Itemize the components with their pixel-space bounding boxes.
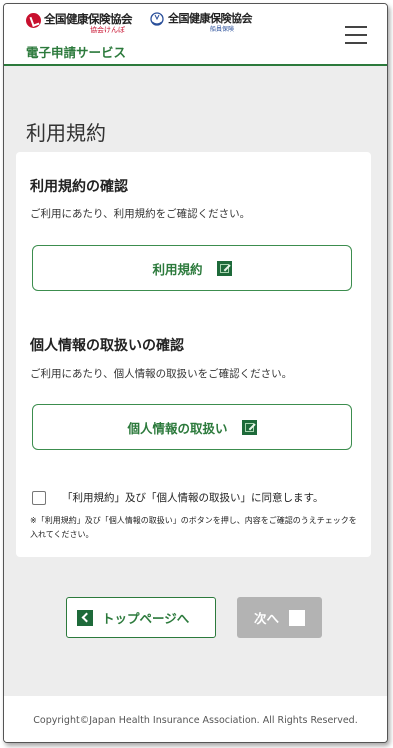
kyokai-kenpo-logo[interactable]: 全国健康保険協会 協会けんぽ xyxy=(26,12,133,34)
agreement-row: 「利用規約」及び「個人情報の取扱い」に同意します。 xyxy=(32,490,323,505)
org-name: 全国健康保険協会 xyxy=(44,12,133,26)
kyokai-logo-icon xyxy=(26,13,41,28)
privacy-button-label: 個人情報の取扱い xyxy=(127,420,228,436)
top-page-button[interactable]: トップページへ xyxy=(66,597,216,638)
terms-section-title: 利用規約の確認 xyxy=(30,179,128,195)
service-name: 電子申請サービス xyxy=(26,45,127,60)
terms-section-description: ご利用にあたり、利用規約をご確認ください。 xyxy=(30,208,251,220)
chevron-left-icon xyxy=(77,609,93,626)
next-button[interactable]: 次へ xyxy=(237,597,322,638)
agreement-note: ※「利用規約」及び「個人情報の取扱い」のボタンを押し、内容をご確認のうえチェック… xyxy=(30,516,357,539)
external-link-icon xyxy=(241,419,257,435)
page-title: 利用規約 xyxy=(26,121,106,146)
privacy-section-description: ご利用にあたり、個人情報の取扱いをご確認ください。 xyxy=(30,368,293,380)
privacy-section-title: 個人情報の取扱いの確認 xyxy=(30,338,184,354)
org2-sub: 船員保険 xyxy=(210,26,235,33)
terms-button-label: 利用規約 xyxy=(152,261,203,277)
next-button-label: 次へ xyxy=(253,611,279,626)
terms-button[interactable]: 利用規約 xyxy=(32,245,352,291)
org2-name: 全国健康保険協会 xyxy=(168,12,253,25)
app-frame: 全国健康保険協会 協会けんぽ 全国健康保険協会 船員保険 電子申請サービス 利用… xyxy=(3,3,388,743)
agree-checkbox[interactable] xyxy=(32,490,46,505)
site-footer: Copyright©Japan Health Insurance Associa… xyxy=(4,696,387,742)
external-link-icon xyxy=(216,260,232,276)
terms-card: 利用規約の確認 ご利用にあたり、利用規約をご確認ください。 利用規約 個人情報の… xyxy=(16,152,371,557)
site-header: 全国健康保険協会 協会けんぽ 全国健康保険協会 船員保険 電子申請サービス xyxy=(4,4,387,66)
org-sub: 協会けんぽ xyxy=(90,26,125,34)
ship-logo-icon xyxy=(150,12,164,26)
hamburger-menu-icon[interactable] xyxy=(345,26,369,44)
senin-hoken-logo[interactable]: 全国健康保険協会 船員保険 xyxy=(149,12,253,34)
square-icon xyxy=(289,609,305,626)
copyright-text: Copyright©Japan Health Insurance Associa… xyxy=(33,714,358,726)
agree-label[interactable]: 「利用規約」及び「個人情報の取扱い」に同意します。 xyxy=(62,490,323,505)
privacy-button[interactable]: 個人情報の取扱い xyxy=(32,404,352,450)
top-page-button-label: トップページへ xyxy=(102,611,190,626)
